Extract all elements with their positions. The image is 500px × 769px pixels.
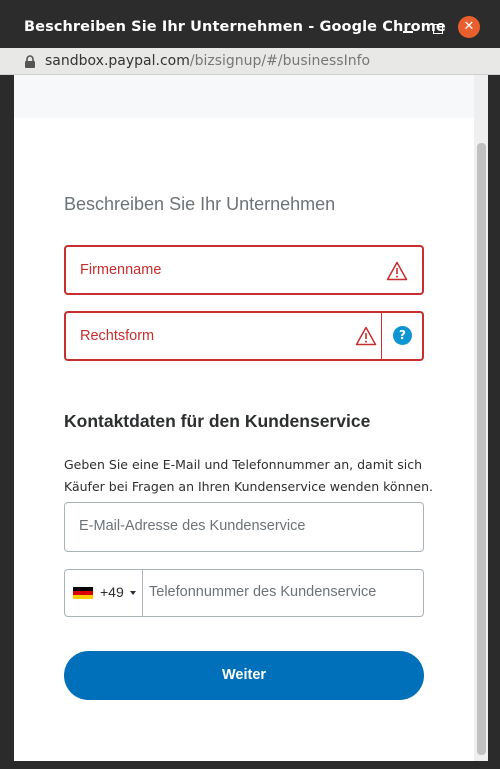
window-title: Beschreiben Sie Ihr Unternehmen - Google… bbox=[24, 19, 446, 35]
page-header-band bbox=[14, 75, 474, 118]
company-name-field[interactable]: Firmenname bbox=[64, 245, 424, 295]
minimize-icon[interactable] bbox=[398, 19, 418, 39]
service-phone-input[interactable]: Telefonnummer des Kundenservice bbox=[149, 584, 376, 600]
scrollbar-thumb[interactable] bbox=[477, 143, 486, 755]
window-titlebar: Beschreiben Sie Ihr Unternehmen - Google… bbox=[0, 0, 500, 48]
service-email-placeholder: E-Mail-Adresse des Kundenservice bbox=[79, 518, 306, 534]
page-title: Beschreiben Sie Ihr Unternehmen bbox=[64, 194, 336, 214]
address-bar[interactable]: sandbox.paypal.com/bizsignup/#/businessI… bbox=[0, 48, 500, 75]
germany-flag-icon bbox=[73, 587, 93, 599]
url-path: /bizsignup/#/businessInfo bbox=[189, 53, 371, 69]
country-code-select[interactable]: +49 bbox=[65, 570, 143, 616]
continue-button[interactable]: Weiter bbox=[64, 651, 424, 700]
field-divider bbox=[381, 313, 382, 359]
lock-icon bbox=[25, 55, 35, 68]
service-email-input[interactable]: E-Mail-Adresse des Kundenservice bbox=[64, 502, 424, 552]
chevron-down-icon bbox=[130, 591, 136, 595]
url-host: sandbox.paypal.com bbox=[45, 53, 190, 69]
warning-icon bbox=[386, 261, 408, 281]
window-bottom-edge bbox=[0, 761, 500, 769]
legal-form-label: Rechtsform bbox=[80, 328, 155, 344]
close-icon[interactable]: ✕ bbox=[458, 16, 480, 38]
url-text[interactable]: sandbox.paypal.com/bizsignup/#/businessI… bbox=[45, 53, 370, 69]
page-content: Beschreiben Sie Ihr Unternehmen Firmenna… bbox=[14, 75, 488, 761]
help-icon[interactable]: ? bbox=[393, 326, 412, 345]
warning-icon bbox=[355, 326, 377, 346]
contact-section-title: Kontaktdaten für den Kundenservice bbox=[64, 411, 371, 431]
contact-section-description: Geben Sie eine E-Mail und Telefonnummer … bbox=[64, 457, 433, 494]
service-phone-field[interactable]: +49 Telefonnummer des Kundenservice bbox=[64, 569, 424, 617]
company-name-label: Firmenname bbox=[80, 262, 162, 278]
dial-code: +49 bbox=[100, 584, 124, 600]
legal-form-select[interactable]: Rechtsform ? bbox=[64, 311, 424, 361]
maximize-icon[interactable] bbox=[428, 19, 448, 39]
